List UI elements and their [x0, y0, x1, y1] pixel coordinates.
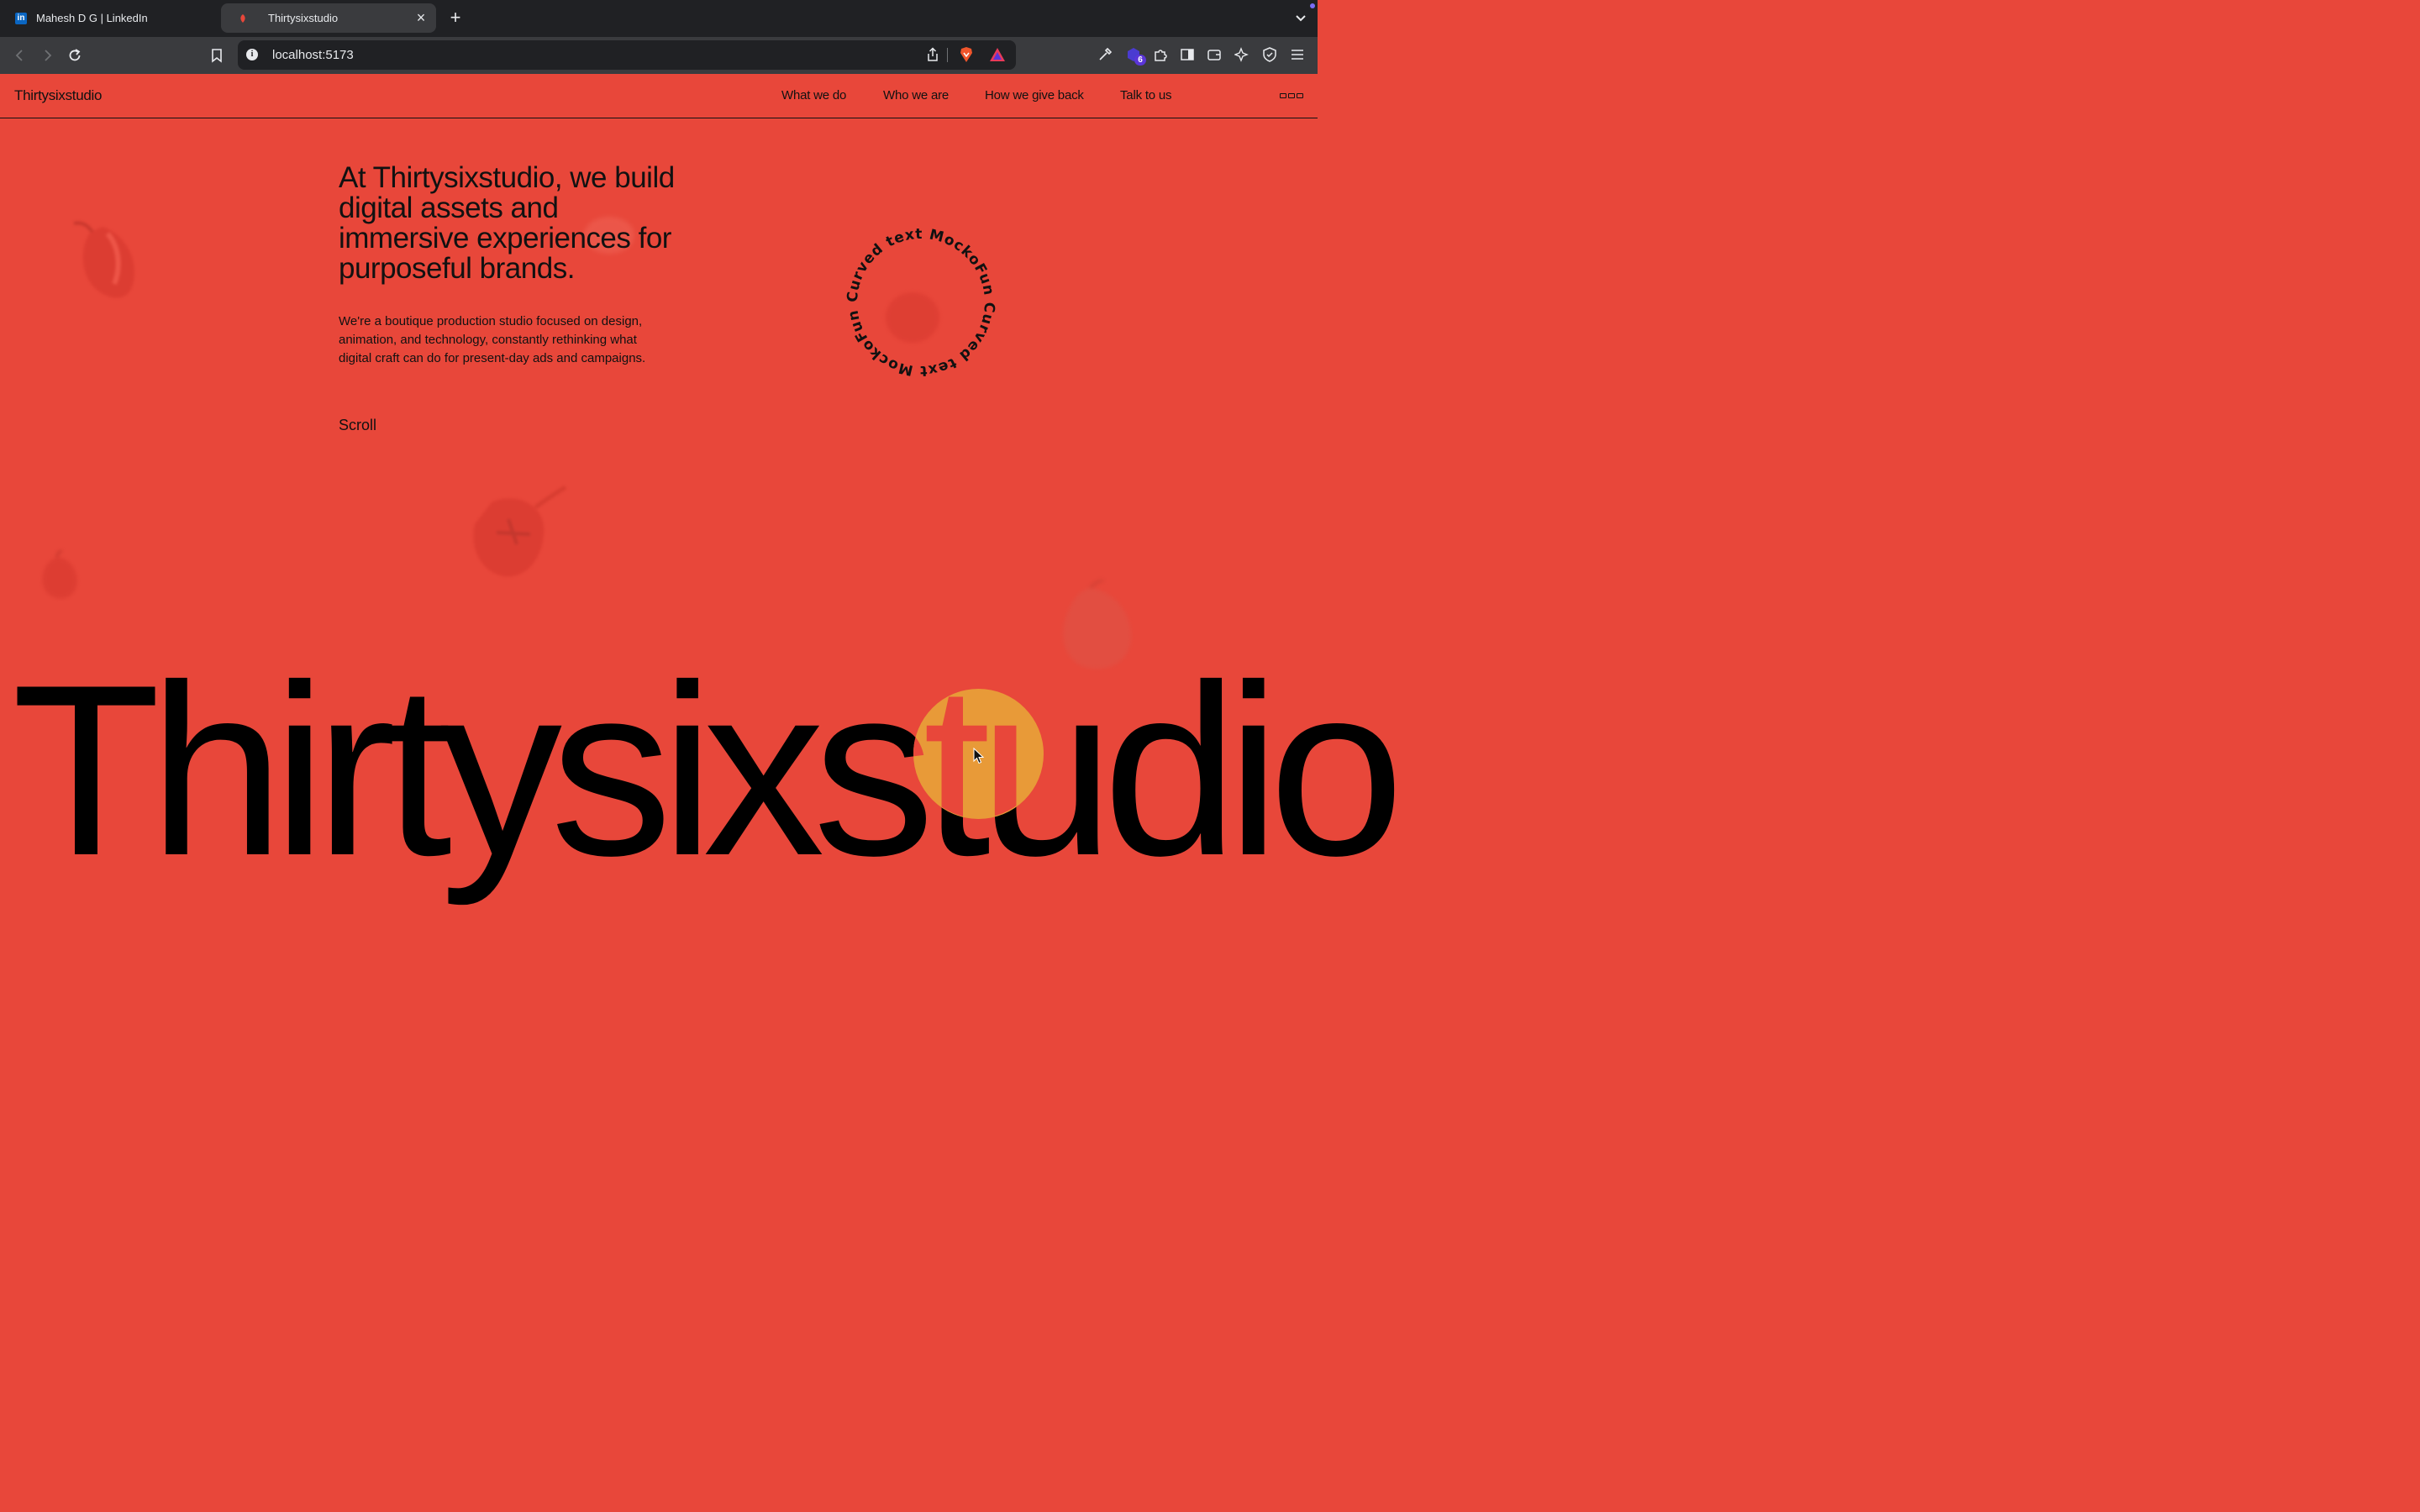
eyedropper-extension-icon[interactable]	[1096, 45, 1114, 64]
circular-text-badge: Curved text MockoFun Curved text MockoFu…	[844, 226, 998, 379]
nav-who-we-are[interactable]: Who we are	[883, 88, 949, 102]
nav-how-we-give-back[interactable]: How we give back	[985, 88, 1084, 102]
site-info-icon[interactable]: i	[246, 49, 258, 60]
svg-text:Curved text MockoFun Curved te: Curved text MockoFun Curved text MockoFu…	[844, 226, 998, 379]
tab-title: Thirtysixstudio	[268, 12, 339, 24]
wallet-icon[interactable]	[1205, 45, 1223, 64]
new-tab-button[interactable]: +	[447, 8, 464, 27]
site-logo[interactable]: Thirtysixstudio	[14, 87, 102, 104]
giant-wordmark: Thirtysixstudio	[12, 634, 1404, 906]
site-header: Thirtysixstudio What we do Who we are Ho…	[0, 74, 1318, 118]
bookmark-icon[interactable]	[207, 45, 227, 66]
nav-what-we-do[interactable]: What we do	[781, 88, 846, 102]
back-button[interactable]	[10, 45, 30, 66]
brave-shield-icon[interactable]	[957, 45, 976, 64]
vpn-shield-icon[interactable]	[1260, 45, 1279, 64]
browser-menu-icon[interactable]	[1288, 45, 1307, 64]
hero-headline: At Thirtysixstudio, we build digital ass…	[339, 161, 675, 285]
pepper-decoration-icon	[473, 486, 567, 577]
address-bar[interactable]: i localhost:5173	[238, 40, 1016, 70]
scroll-indicator[interactable]: Scroll	[339, 417, 376, 434]
linkedin-icon: in	[14, 12, 28, 25]
pepper-decoration-icon	[42, 550, 77, 599]
extension-badge: 6	[1134, 55, 1146, 66]
mouse-pointer-icon	[973, 748, 985, 764]
hamburger-menu-icon[interactable]	[1280, 93, 1303, 98]
forward-button[interactable]	[37, 45, 57, 66]
leo-ai-icon[interactable]	[1233, 45, 1251, 64]
pepper-decoration-icon	[73, 221, 135, 298]
notification-dot	[1310, 3, 1315, 8]
puzzle-extensions-icon[interactable]	[1151, 45, 1170, 64]
tab-thirtysixstudio[interactable]: Thirtysixstudio ×	[221, 3, 436, 33]
tab-title: Mahesh D G | LinkedIn	[36, 12, 148, 24]
tab-search-button[interactable]	[1294, 10, 1307, 25]
sidebar-toggle-icon[interactable]	[1178, 45, 1197, 64]
browser-tab-bar: in Mahesh D G | LinkedIn Thirtysixstudio…	[0, 0, 1318, 37]
brave-rewards-icon[interactable]	[988, 45, 1007, 64]
url-text: localhost:5173	[272, 48, 354, 62]
share-icon[interactable]	[923, 45, 942, 64]
circular-text: Curved text MockoFun Curved text MockoFu…	[844, 226, 997, 379]
site-favicon-icon	[236, 12, 250, 25]
reload-button[interactable]	[65, 45, 85, 66]
extension-hexagon-icon[interactable]: 6	[1124, 45, 1146, 66]
tab-linkedin[interactable]: in Mahesh D G | LinkedIn	[0, 3, 220, 33]
browser-toolbar: i localhost:5173 6	[0, 37, 1318, 74]
hero-intro: We're a boutique production studio focus…	[339, 314, 646, 365]
close-tab-icon[interactable]: ×	[414, 10, 428, 25]
nav-talk-to-us[interactable]: Talk to us	[1120, 88, 1172, 102]
